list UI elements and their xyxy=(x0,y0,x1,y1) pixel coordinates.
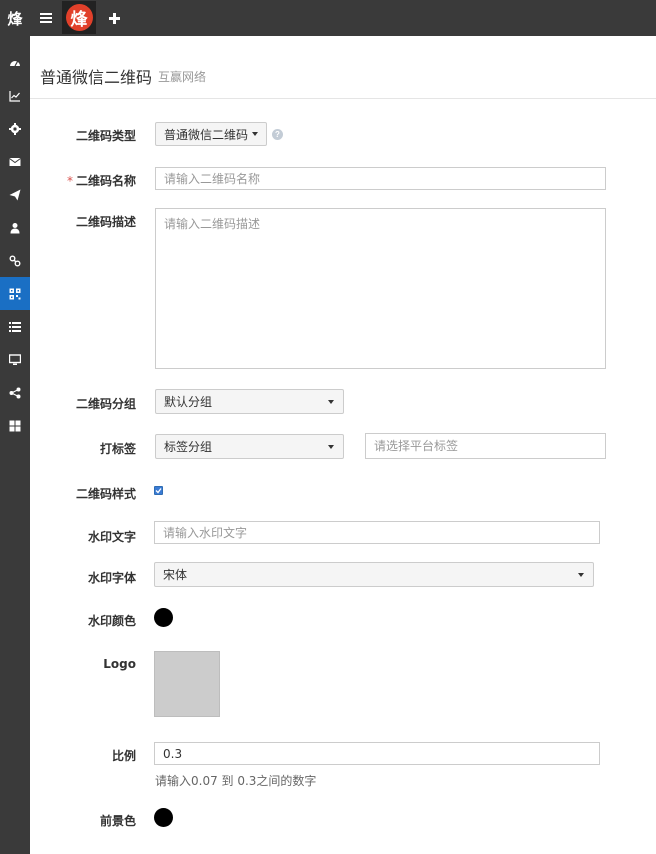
tag-group-select-value: 标签分组 xyxy=(164,440,213,454)
tag-group-select[interactable]: 标签分组 xyxy=(155,434,344,459)
watermark-color-picker[interactable] xyxy=(154,608,173,627)
sidebar-item-display[interactable] xyxy=(0,343,30,376)
help-icon[interactable]: ? xyxy=(272,129,283,140)
gear-icon xyxy=(9,122,21,135)
sidebar-item-qrcode[interactable] xyxy=(0,277,30,310)
type-label: 二维码类型 xyxy=(75,129,136,143)
platform-tag-input[interactable] xyxy=(365,433,606,459)
sidebar xyxy=(0,36,30,854)
sidebar-item-send[interactable] xyxy=(0,178,30,211)
app-logo[interactable]: 烽 xyxy=(62,1,96,34)
group-select[interactable]: 默认分组 xyxy=(155,389,344,414)
monitor-icon xyxy=(9,353,21,365)
sidebar-item-apps[interactable] xyxy=(0,409,30,442)
watermark-font-select[interactable]: 宋体 xyxy=(154,562,594,587)
sidebar-item-links[interactable] xyxy=(0,244,30,277)
menu-toggle-button[interactable] xyxy=(32,0,60,36)
logo-seal: 烽 xyxy=(65,4,93,31)
sidebar-item-users[interactable] xyxy=(0,211,30,244)
group-label: 二维码分组 xyxy=(75,397,136,411)
list-icon xyxy=(9,321,21,332)
caret-down-icon xyxy=(328,445,334,449)
watermark-color-label: 水印颜色 xyxy=(87,614,136,628)
sidebar-item-settings[interactable] xyxy=(0,112,30,145)
sidebar-item-mail[interactable] xyxy=(0,145,30,178)
top-bar: 烽 烽 xyxy=(0,0,656,36)
logo-upload[interactable] xyxy=(154,651,220,717)
logo-label: Logo xyxy=(103,657,136,671)
style-label: 二维码样式 xyxy=(75,487,136,501)
ratio-input[interactable] xyxy=(154,742,600,765)
group-select-value: 默认分组 xyxy=(164,395,213,409)
ratio-hint: 请输入0.07 到 0.3之间的数字 xyxy=(155,774,317,788)
add-button[interactable] xyxy=(100,0,128,36)
page-subtitle: 互赢网络 xyxy=(158,70,207,84)
name-label: * 二维码名称 xyxy=(30,172,136,189)
sidebar-item-dashboard[interactable] xyxy=(0,46,30,79)
watermark-text-input[interactable] xyxy=(154,521,600,544)
envelope-icon xyxy=(9,157,21,166)
brand-mark: 烽 xyxy=(7,9,23,28)
dashboard-icon xyxy=(10,60,20,66)
page-title: 普通微信二维码 xyxy=(40,70,153,87)
caret-down-icon xyxy=(252,132,259,136)
sidebar-item-list[interactable] xyxy=(0,310,30,343)
watermark-font-value: 宋体 xyxy=(163,568,188,582)
plus-icon xyxy=(108,12,120,24)
description-label: 二维码描述 xyxy=(75,215,136,229)
ratio-label: 比例 xyxy=(111,749,136,763)
line-chart-icon xyxy=(9,90,20,102)
page-header: 普通微信二维码 互赢网络 xyxy=(30,36,656,99)
description-textarea[interactable] xyxy=(155,208,606,369)
watermark-text-label: 水印文字 xyxy=(87,530,136,544)
foreground-color-picker[interactable] xyxy=(154,808,173,827)
caret-down-icon xyxy=(578,573,584,577)
type-dropdown[interactable]: 普通微信二维码 xyxy=(155,122,268,146)
paper-plane-icon xyxy=(9,189,21,200)
share-icon xyxy=(9,387,21,398)
watermark-font-label: 水印字体 xyxy=(87,571,136,585)
link-icon xyxy=(9,255,21,266)
name-input[interactable] xyxy=(155,167,606,190)
tag-label: 打标签 xyxy=(99,442,136,456)
sidebar-item-share[interactable] xyxy=(0,376,30,409)
grid-icon xyxy=(9,420,21,431)
required-mark: * xyxy=(66,174,73,188)
user-icon xyxy=(10,222,20,233)
name-label-text: 二维码名称 xyxy=(75,174,136,188)
style-checkbox[interactable] xyxy=(154,486,163,495)
type-dropdown-value: 普通微信二维码 xyxy=(164,127,249,142)
foreground-color-label: 前景色 xyxy=(99,814,136,828)
check-icon xyxy=(155,488,162,494)
sidebar-item-stats[interactable] xyxy=(0,79,30,112)
caret-down-icon xyxy=(328,400,334,404)
hamburger-icon xyxy=(40,13,52,23)
qrcode-icon xyxy=(9,288,21,299)
